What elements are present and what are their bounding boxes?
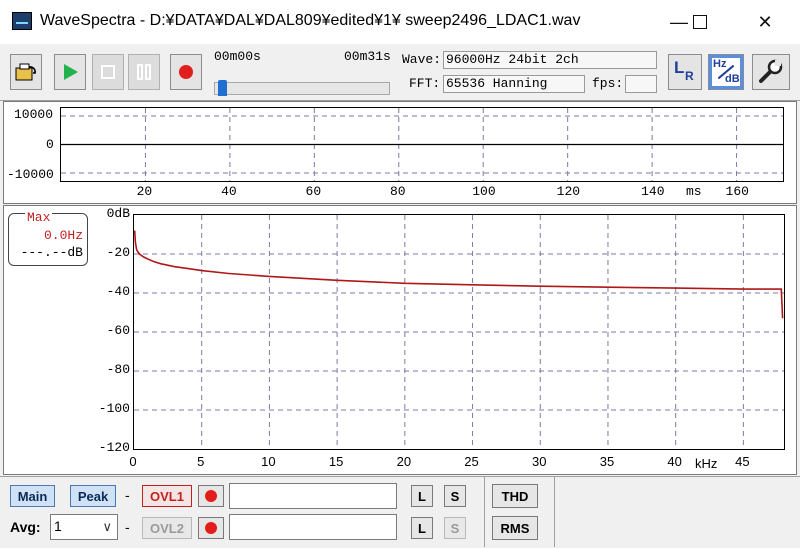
spectrum-y-tick: -40 xyxy=(106,284,130,299)
folder-open-icon xyxy=(15,63,36,81)
fps-label: fps: xyxy=(592,76,624,91)
max-level: ---.--dB xyxy=(20,245,83,260)
dash-separator: - xyxy=(125,519,130,535)
spectrum-y-tick: -20 xyxy=(106,245,130,260)
spectrum-x-tick: 5 xyxy=(197,454,205,469)
pause-button[interactable] xyxy=(128,54,160,90)
title-bar: WaveSpectra - D:¥DATA¥DAL¥DAL809¥edited¥… xyxy=(0,0,800,44)
time-end: 00m31s xyxy=(344,49,391,64)
spectrum-x-tick: 20 xyxy=(396,454,412,469)
spectrum-y-tick: -100 xyxy=(98,401,130,416)
ovl1-name-field[interactable] xyxy=(229,483,397,509)
fft-setting-field: 65536 Hanning xyxy=(443,75,585,93)
play-button[interactable] xyxy=(54,54,86,90)
record-icon xyxy=(205,490,217,502)
spectrum-x-tick: 10 xyxy=(261,454,276,469)
stop-button[interactable] xyxy=(92,54,124,90)
wrench-icon xyxy=(759,59,783,83)
window-title: WaveSpectra - D:¥DATA¥DAL¥DAL809¥edited¥… xyxy=(40,12,581,29)
ovl2-button[interactable]: OVL2 xyxy=(142,517,192,539)
ovl1-record-button[interactable] xyxy=(198,485,224,507)
wave-x-tick: 120 xyxy=(556,184,581,199)
spectrum-svg xyxy=(134,215,784,449)
record-icon xyxy=(205,522,217,534)
ovl2-load-button[interactable]: L xyxy=(411,517,433,539)
pause-icon xyxy=(137,64,151,80)
wave-y-tick: 0 xyxy=(46,137,54,152)
spectrum-plot[interactable] xyxy=(133,214,785,450)
spectrum-x-tick: 15 xyxy=(328,454,344,469)
stop-icon xyxy=(101,65,115,79)
wave-x-tick: 140 xyxy=(641,184,665,199)
spectrum-x-tick: 30 xyxy=(532,454,547,469)
rms-button[interactable]: RMS xyxy=(492,516,538,540)
avg-select[interactable]: 1 ∨ xyxy=(50,514,118,540)
wave-x-tick: 40 xyxy=(221,184,237,199)
close-button[interactable]: ✕ xyxy=(742,0,788,44)
spectrum-x-tick: 25 xyxy=(464,454,479,469)
max-peak-box: Max 0.0Hz ---.--dB xyxy=(8,210,88,266)
record-button[interactable] xyxy=(170,54,202,90)
fft-label: FFT: xyxy=(409,76,441,91)
spectrum-y-tick: 0dB xyxy=(106,206,130,221)
ovl2-save-button[interactable]: S xyxy=(444,517,466,539)
position-slider-thumb[interactable] xyxy=(218,80,228,96)
wave-x-tick: 160 xyxy=(725,184,749,199)
waveform-svg xyxy=(61,108,783,181)
settings-button[interactable] xyxy=(752,54,790,90)
max-frequency: 0.0Hz xyxy=(43,228,83,243)
hz-db-scale-button[interactable]: Hz dB xyxy=(708,54,744,90)
app-icon xyxy=(12,12,32,30)
open-file-button[interactable] xyxy=(10,54,42,90)
waveform-plot[interactable] xyxy=(60,107,784,182)
ovl1-load-button[interactable]: L xyxy=(411,485,433,507)
spectrum-x-tick: 35 xyxy=(599,454,615,469)
lr-channel-button[interactable]: L R xyxy=(668,54,702,90)
peak-button[interactable]: Peak xyxy=(70,485,116,507)
main-button[interactable]: Main xyxy=(10,485,55,507)
spectrum-y-tick: -80 xyxy=(106,362,130,377)
wave-y-tick: 10000 xyxy=(14,107,54,122)
play-icon xyxy=(64,64,78,80)
fps-field xyxy=(625,75,657,93)
hz-db-scale-icon: Hz dB xyxy=(712,58,740,86)
time-start: 00m00s xyxy=(214,49,261,64)
ovl2-name-field[interactable] xyxy=(229,514,397,540)
wave-x-tick: 100 xyxy=(472,184,496,199)
ovl2-record-button[interactable] xyxy=(198,517,224,539)
wave-label: Wave: xyxy=(402,52,442,67)
wave-y-tick: -10000 xyxy=(7,167,54,182)
chevron-down-icon: ∨ xyxy=(102,519,112,534)
spectrum-x-unit: kHz xyxy=(695,456,718,471)
position-slider[interactable] xyxy=(214,80,390,96)
spectrum-x-tick: 45 xyxy=(735,454,750,469)
lr-channel-icon: L R xyxy=(674,58,694,83)
avg-select-value: 1 xyxy=(54,518,62,534)
wave-x-tick: 80 xyxy=(389,184,406,199)
spectrum-x-tick: 0 xyxy=(129,454,137,469)
wave-x-unit: ms xyxy=(686,184,702,199)
ovl1-button[interactable]: OVL1 xyxy=(142,485,192,507)
dash-separator: - xyxy=(125,487,130,503)
spectrum-series-line xyxy=(134,230,784,319)
spectrum-x-tick: 40 xyxy=(667,454,682,469)
spectrum-y-tick: -120 xyxy=(98,440,130,455)
ovl1-save-button[interactable]: S xyxy=(444,485,466,507)
wave-format-field: 96000Hz 24bit 2ch xyxy=(443,51,657,69)
max-label: Max xyxy=(25,210,53,225)
maximize-icon xyxy=(693,15,707,29)
close-icon: ✕ xyxy=(757,11,773,32)
maximize-button[interactable] xyxy=(677,0,723,44)
wave-x-tick: 60 xyxy=(305,184,322,199)
thd-button[interactable]: THD xyxy=(492,484,538,508)
avg-label: Avg: xyxy=(10,519,41,535)
wave-x-tick: 20 xyxy=(136,184,153,199)
spectrum-y-tick: -60 xyxy=(106,323,130,338)
record-icon xyxy=(179,65,193,79)
